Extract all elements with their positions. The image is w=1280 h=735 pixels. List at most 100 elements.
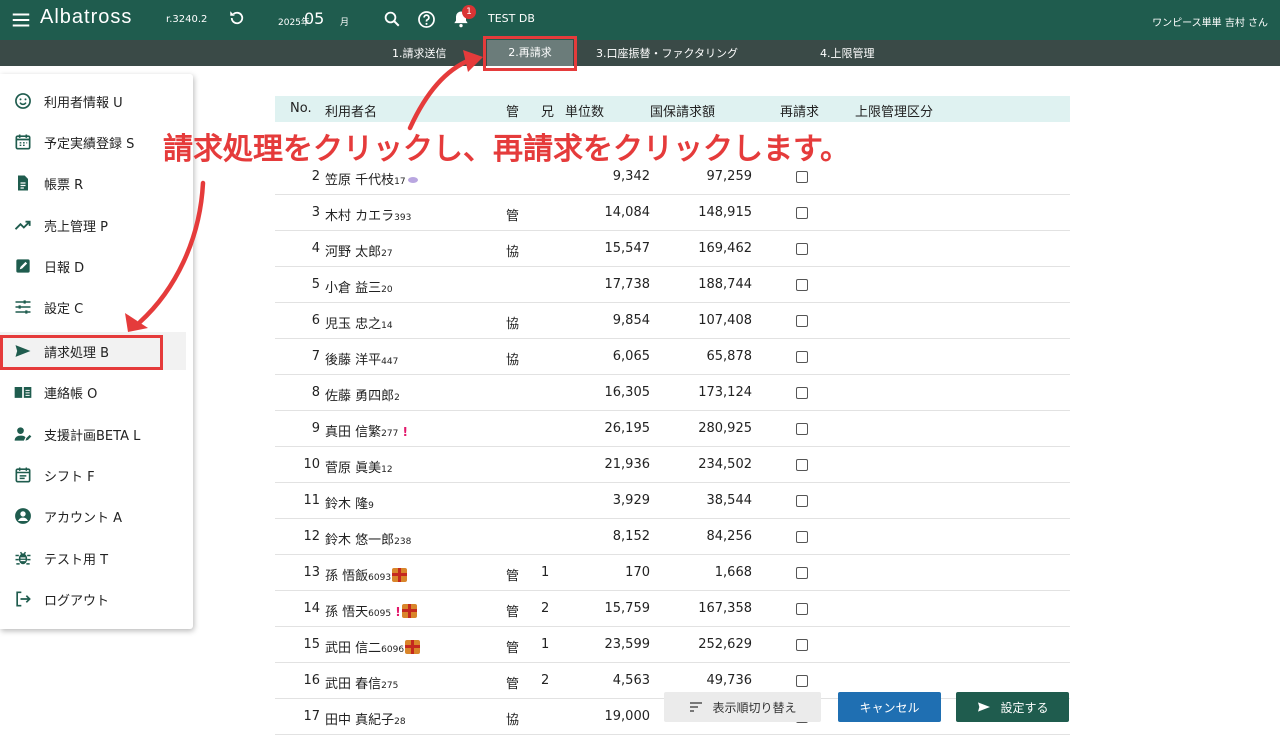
shift-icon bbox=[15, 467, 31, 483]
table-row[interactable]: 3 木村 カエラ393 管 14,084 148,915 bbox=[275, 195, 1070, 231]
row-number: 15 bbox=[303, 637, 320, 652]
user-name-cell[interactable]: 武田 信二6096 bbox=[325, 637, 421, 656]
table-row[interactable]: 14 孫 悟天6095 ! 管 2 15,759 167,358 bbox=[275, 591, 1070, 627]
column-header-amount: 国保請求額 bbox=[650, 105, 716, 120]
sidebar-item-user-info[interactable]: 利用者情報 U bbox=[0, 82, 186, 120]
rebill-checkbox[interactable] bbox=[796, 459, 808, 471]
rebill-checkbox[interactable] bbox=[796, 279, 808, 291]
sidebar-item-logout[interactable]: ログアウト bbox=[0, 580, 186, 618]
step-tab-limit-management[interactable]: 4.上限管理 bbox=[820, 45, 875, 61]
sort-order-toggle-button[interactable]: 表示順切り替え bbox=[664, 692, 821, 722]
notification-badge: 1 bbox=[462, 5, 476, 19]
help-icon[interactable] bbox=[417, 10, 436, 29]
search-icon[interactable] bbox=[383, 10, 401, 28]
rebill-checkbox[interactable] bbox=[796, 351, 808, 363]
month-unit: 月 bbox=[340, 18, 350, 28]
row-number: 8 bbox=[311, 385, 320, 400]
sidebar-item-shift[interactable]: シフト F bbox=[0, 456, 186, 494]
kyo-cell: 1 bbox=[541, 637, 550, 652]
step-navigation: 1.請求送信 2.再請求 3.口座振替・ファクタリング 4.上限管理 bbox=[0, 40, 1280, 66]
sidebar-item-account[interactable]: アカウント A bbox=[0, 497, 186, 535]
sidebar-item-label: 日報 D bbox=[44, 260, 85, 276]
kan-cell: 管 bbox=[506, 641, 520, 656]
user-name-cell[interactable]: 孫 悟飯6093 bbox=[325, 565, 408, 584]
user-name-cell[interactable]: 児玉 忠之14 bbox=[325, 313, 393, 332]
user-name-cell[interactable]: 真田 信繁277 ! bbox=[325, 421, 408, 440]
sidebar-item-reports[interactable]: 帳票 R bbox=[0, 164, 186, 202]
rebill-checkbox[interactable] bbox=[796, 387, 808, 399]
row-number: 2 bbox=[311, 169, 320, 184]
row-number: 13 bbox=[303, 565, 320, 580]
sidebar-item-support-plan[interactable]: 支援計画BETA L bbox=[0, 415, 186, 453]
user-id: 447 bbox=[381, 357, 399, 367]
user-name: 木村 カエラ bbox=[325, 209, 395, 224]
user-name: 河野 太郎 bbox=[325, 245, 382, 260]
table-row[interactable]: 4 河野 太郎27 協 15,547 169,462 bbox=[275, 231, 1070, 267]
sidebar-item-test[interactable]: テスト用 T bbox=[0, 539, 186, 577]
table-row[interactable]: 10 菅原 眞美12 21,936 234,502 bbox=[275, 447, 1070, 483]
sidebar-item-sales[interactable]: 売上管理 P bbox=[0, 206, 186, 244]
selected-month[interactable]: 05 bbox=[304, 9, 324, 28]
table-row[interactable]: 12 鈴木 悠一郎238 8,152 84,256 bbox=[275, 519, 1070, 555]
row-number: 10 bbox=[303, 457, 320, 472]
sidebar-item-settings[interactable]: 設定 C bbox=[0, 288, 186, 326]
amount-cell: 1,668 bbox=[714, 565, 752, 580]
rebill-checkbox[interactable] bbox=[796, 567, 808, 579]
book-icon bbox=[14, 387, 32, 398]
save-settings-button[interactable]: 設定する bbox=[956, 692, 1069, 722]
user-name-cell[interactable]: 孫 悟天6095 ! bbox=[325, 601, 417, 620]
user-name-cell[interactable]: 河野 太郎27 bbox=[325, 241, 393, 260]
table-row[interactable]: 11 鈴木 隆9 3,929 38,544 bbox=[275, 483, 1070, 519]
rebill-checkbox[interactable] bbox=[796, 423, 808, 435]
table-row[interactable]: 8 佐藤 勇四郎2 16,305 173,124 bbox=[275, 375, 1070, 411]
rebill-checkbox[interactable] bbox=[796, 207, 808, 219]
sidebar-item-schedule[interactable]: 予定実績登録 S bbox=[0, 123, 186, 161]
rebill-checkbox[interactable] bbox=[796, 495, 808, 507]
kyo-cell: 2 bbox=[541, 673, 550, 688]
user-name-cell[interactable]: 鈴木 悠一郎238 bbox=[325, 529, 411, 548]
sidebar-item-daily-report[interactable]: 日報 D bbox=[0, 247, 186, 285]
user-name-cell[interactable]: 後藤 洋平447 bbox=[325, 349, 398, 368]
user-name: 田中 真紀子 bbox=[325, 713, 395, 728]
rebill-checkbox[interactable] bbox=[796, 603, 808, 615]
reload-icon[interactable] bbox=[228, 9, 246, 27]
rebill-checkbox[interactable] bbox=[796, 171, 808, 183]
rebill-checkbox[interactable] bbox=[796, 315, 808, 327]
user-id: 277 bbox=[381, 429, 399, 439]
amount-cell: 38,544 bbox=[706, 493, 753, 508]
user-name-cell[interactable]: 武田 春信275 bbox=[325, 673, 398, 692]
step-tab-transfer-factoring[interactable]: 3.口座振替・ファクタリング bbox=[596, 45, 738, 61]
rebill-checkbox[interactable] bbox=[796, 531, 808, 543]
user-name[interactable]: ワンピース単単 吉村 さん bbox=[1152, 14, 1268, 29]
sticker-icon bbox=[407, 177, 418, 183]
rebill-checkbox[interactable] bbox=[796, 243, 808, 255]
table-row[interactable]: 9 真田 信繁277 ! 26,195 280,925 bbox=[275, 411, 1070, 447]
amount-cell: 252,629 bbox=[698, 637, 752, 652]
user-name-cell[interactable]: 笠原 千代枝17 bbox=[325, 169, 419, 188]
user-name: 後藤 洋平 bbox=[325, 353, 382, 368]
sidebar-item-contact-book[interactable]: 連絡帳 O bbox=[0, 373, 186, 411]
user-name-cell[interactable]: 小倉 益三20 bbox=[325, 277, 393, 296]
hamburger-menu-icon[interactable] bbox=[10, 9, 32, 31]
user-name-cell[interactable]: 鈴木 隆9 bbox=[325, 493, 374, 512]
rebill-checkbox[interactable] bbox=[796, 675, 808, 687]
user-id: 6096 bbox=[381, 645, 405, 655]
column-header-name[interactable]: 利用者名 bbox=[325, 101, 377, 120]
user-id: 20 bbox=[381, 285, 393, 295]
table-row[interactable]: 7 後藤 洋平447 協 6,065 65,878 bbox=[275, 339, 1070, 375]
user-name-cell[interactable]: 菅原 眞美12 bbox=[325, 457, 393, 476]
rebill-checkbox[interactable] bbox=[796, 639, 808, 651]
table-row[interactable]: 15 武田 信二6096 管 1 23,599 252,629 bbox=[275, 627, 1070, 663]
units-cell: 170 bbox=[625, 565, 650, 580]
table-row[interactable]: 13 孫 悟飯6093 管 1 170 1,668 bbox=[275, 555, 1070, 591]
cancel-button[interactable]: キャンセル bbox=[838, 692, 941, 722]
user-name-cell[interactable]: 木村 カエラ393 bbox=[325, 205, 411, 224]
amount-cell: 169,462 bbox=[698, 241, 752, 256]
table-row[interactable]: 6 児玉 忠之14 協 9,854 107,408 bbox=[275, 303, 1070, 339]
user-name-cell[interactable]: 田中 真紀子28 bbox=[325, 709, 406, 728]
table-row[interactable]: 5 小倉 益三20 17,738 188,744 bbox=[275, 267, 1070, 303]
column-header-no[interactable]: No. bbox=[290, 101, 312, 116]
user-name-cell[interactable]: 佐藤 勇四郎2 bbox=[325, 385, 400, 404]
step-tab-billing-send[interactable]: 1.請求送信 bbox=[392, 45, 447, 61]
sidebar-item-label: 設定 C bbox=[44, 301, 84, 317]
